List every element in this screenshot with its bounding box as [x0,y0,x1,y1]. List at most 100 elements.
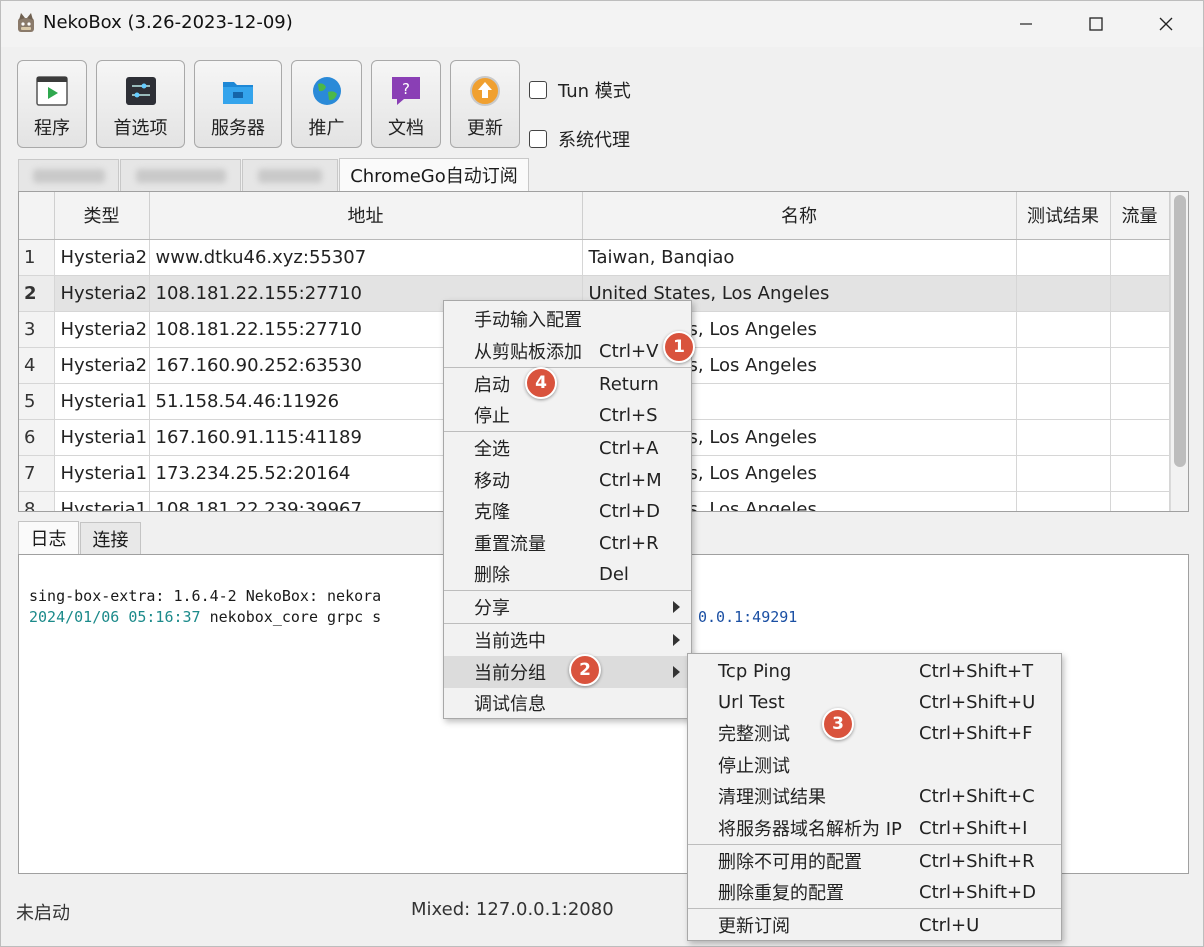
menu-label: 删除重复的配置 [718,883,844,904]
group-submenu: Tcp Ping Ctrl+Shift+T Url Test Ctrl+Shif… [687,653,1062,941]
app-window: NekoBox (3.26-2023-12-09) 程序 首选项 服务器 推广 … [0,0,1204,947]
menu-item-delete[interactable]: 删除 Del [444,558,691,590]
menu-item-current-selection[interactable]: 当前选中 [444,624,691,656]
submenu-item-full-test[interactable]: 完整测试 Ctrl+Shift+F [688,717,1061,749]
submenu-arrow-icon [673,666,680,678]
menu-item-current-group[interactable]: 当前分组 [444,656,691,688]
menu-shortcut: Ctrl+Shift+T [919,660,1034,682]
tab-group-3[interactable] [242,159,338,191]
tab-label: ChromeGo自动订阅 [350,166,518,187]
preferences-label: 首选项 [113,118,168,139]
cell-result [1016,419,1111,456]
tab-connections[interactable]: 连接 [80,522,141,554]
menu-shortcut: Ctrl+Shift+U [919,691,1036,713]
close-button[interactable] [1131,1,1201,47]
submenu-item-clear-results[interactable]: 清理测试结果 Ctrl+Shift+C [688,780,1061,812]
log-line-version: sing-box-extra: 1.6.4-2 NekoBox: nekora [29,587,382,605]
log-address: 0.0.1:49291 [698,608,798,626]
server-button[interactable]: 服务器 [194,60,282,148]
menu-item-stop[interactable]: 停止 Ctrl+S [444,399,691,431]
cell-type: Hysteria1 [54,455,150,492]
menu-shortcut: Ctrl+U [919,914,980,936]
column-header-type[interactable]: 类型 [54,192,150,240]
table-row[interactable]: 1 Hysteria2 www.dtku46.xyz:55307 Taiwan,… [19,239,1170,276]
row-number: 6 [19,419,55,456]
menu-item-add-from-clipboard[interactable]: 从剪贴板添加 Ctrl+V [444,335,691,367]
cell-result [1016,491,1111,511]
maximize-icon [1089,17,1103,31]
menu-label: 将服务器域名解析为 IP [718,819,902,840]
minimize-button[interactable] [991,1,1061,47]
docs-button[interactable]: ? 文档 [371,60,441,148]
context-menu: 手动输入配置 从剪贴板添加 Ctrl+V 启动 Return 停止 Ctrl+S… [443,300,692,719]
menu-label: 分享 [474,598,510,619]
cell-type: Hysteria2 [54,347,150,384]
menu-label: 清理测试结果 [718,787,826,808]
maximize-button[interactable] [1061,1,1131,47]
program-button[interactable]: 程序 [17,60,87,148]
submenu-item-update-subscription[interactable]: 更新订阅 Ctrl+U [688,909,1061,941]
annotation-badge-3: 3 [822,708,854,740]
menu-item-manual-input[interactable]: 手动输入配置 [444,303,691,335]
menu-item-share[interactable]: 分享 [444,591,691,623]
scrollbar-thumb[interactable] [1174,195,1186,467]
menu-label: 从剪贴板添加 [474,342,582,363]
annotation-badge-4: 4 [525,367,557,399]
tab-group-1[interactable] [18,159,119,191]
cell-traffic [1110,455,1170,492]
svg-text:?: ? [402,80,410,98]
menu-label: 移动 [474,471,510,492]
tun-mode-box[interactable] [529,81,547,99]
menu-shortcut: Del [599,563,629,585]
menu-item-reset-traffic[interactable]: 重置流量 Ctrl+R [444,527,691,559]
menu-shortcut: Ctrl+Shift+I [919,817,1028,839]
table-scrollbar[interactable] [1170,192,1188,511]
cell-result [1016,275,1111,312]
tun-mode-label: Tun 模式 [558,81,631,102]
menu-item-debug-info[interactable]: 调试信息 [444,687,691,719]
tun-mode-checkbox[interactable]: Tun 模式 [529,77,631,103]
system-proxy-box[interactable] [529,130,547,148]
cell-address: www.dtku46.xyz:55307 [149,239,583,276]
help-doc-icon: ? [392,77,420,105]
menu-shortcut: Return [599,373,659,395]
submenu-item-url-test[interactable]: Url Test Ctrl+Shift+U [688,686,1061,718]
menu-shortcut: Ctrl+S [599,404,658,426]
menu-item-clone[interactable]: 克隆 Ctrl+D [444,495,691,527]
tab-connections-label: 连接 [92,529,129,551]
menu-shortcut: Ctrl+Shift+F [919,722,1033,744]
window-title: NekoBox (3.26-2023-12-09) [43,12,293,33]
column-header-address[interactable]: 地址 [149,192,583,240]
tab-group-2[interactable] [120,159,241,191]
cell-traffic [1110,347,1170,384]
menu-item-start[interactable]: 启动 Return [444,368,691,400]
menu-item-select-all[interactable]: 全选 Ctrl+A [444,432,691,464]
title-bar[interactable]: NekoBox (3.26-2023-12-09) [1,1,1203,47]
tab-log[interactable]: 日志 [18,521,79,554]
update-icon [470,76,500,106]
update-button[interactable]: 更新 [450,60,520,148]
submenu-item-remove-unavailable[interactable]: 删除不可用的配置 Ctrl+Shift+R [688,845,1061,877]
column-header-traffic[interactable]: 流量 [1110,192,1170,240]
preferences-button[interactable]: 首选项 [96,60,185,148]
status-mixed-port: Mixed: 127.0.0.1:2080 [411,899,614,920]
system-proxy-label: 系统代理 [558,130,630,151]
submenu-item-remove-duplicates[interactable]: 删除重复的配置 Ctrl+Shift+D [688,876,1061,908]
docs-label: 文档 [388,118,424,139]
submenu-item-resolve-domain[interactable]: 将服务器域名解析为 IP Ctrl+Shift+I [688,812,1061,844]
cell-name: Taiwan, Banqiao [582,239,1017,276]
column-header-name[interactable]: 名称 [582,192,1017,240]
promotion-button[interactable]: 推广 [291,60,362,148]
menu-item-move[interactable]: 移动 Ctrl+M [444,464,691,496]
cell-traffic [1110,275,1170,312]
column-header-test-result[interactable]: 测试结果 [1016,192,1111,240]
submenu-item-stop-test[interactable]: 停止测试 [688,749,1061,781]
menu-shortcut: Ctrl+M [599,469,662,491]
submenu-item-tcp-ping[interactable]: Tcp Ping Ctrl+Shift+T [688,655,1061,687]
cell-result [1016,455,1111,492]
tab-chromego-subscription[interactable]: ChromeGo自动订阅 [339,158,529,191]
promotion-label: 推广 [308,118,345,139]
system-proxy-checkbox[interactable]: 系统代理 [529,126,630,152]
nekobox-app-icon [18,13,34,32]
menu-label: 删除不可用的配置 [718,852,862,873]
